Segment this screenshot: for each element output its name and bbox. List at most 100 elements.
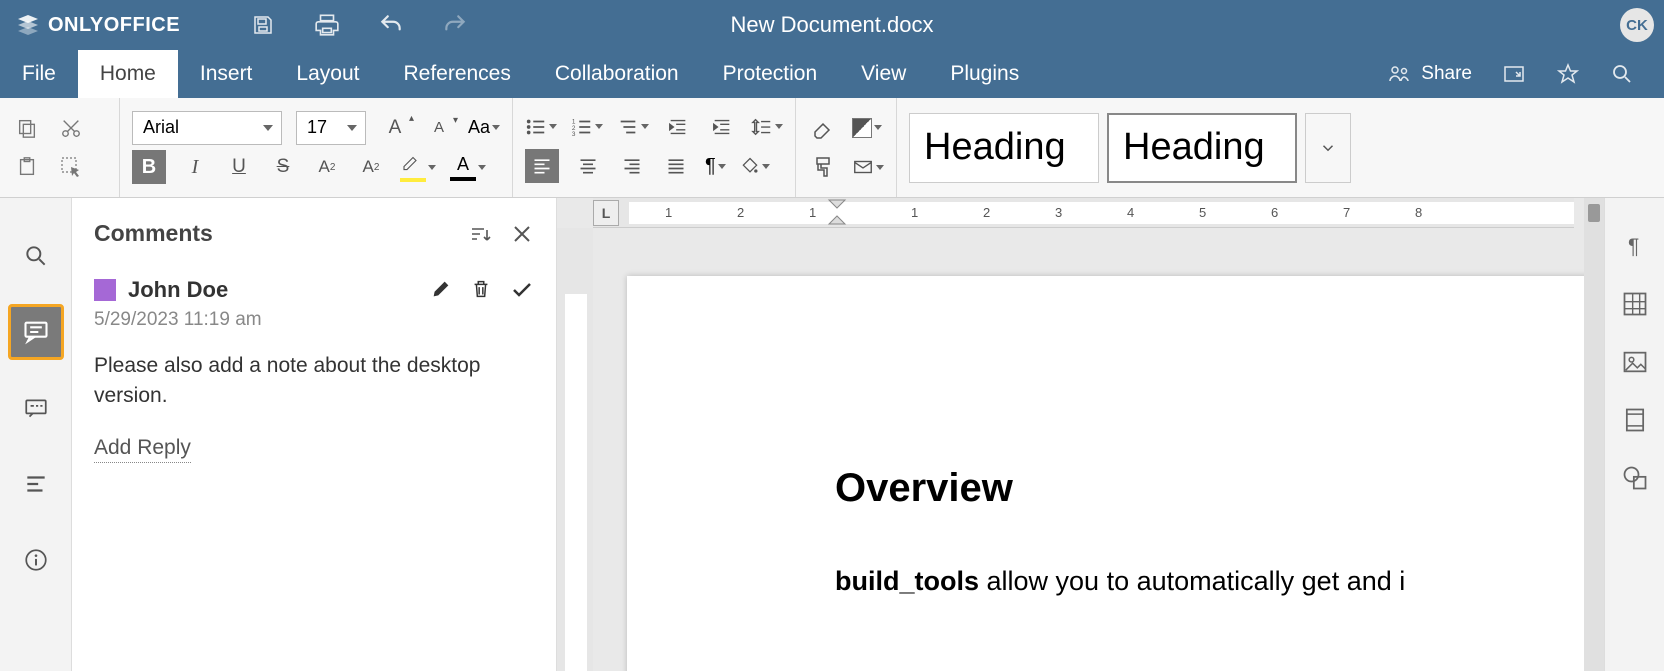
search-icon[interactable] <box>1610 62 1634 86</box>
decrease-indent-button[interactable] <box>663 112 693 142</box>
menu-protection[interactable]: Protection <box>701 50 840 98</box>
rail-comments-button[interactable] <box>8 304 64 360</box>
format-painter-button[interactable] <box>808 152 838 182</box>
undo-button[interactable] <box>378 12 404 38</box>
align-justify-button[interactable] <box>661 151 691 181</box>
cut-button[interactable] <box>56 113 86 143</box>
title-bar: ONLYOFFICE New Document.docx CK <box>0 0 1664 50</box>
select-button[interactable] <box>56 152 86 182</box>
ruler-corner[interactable]: L <box>593 200 619 226</box>
align-right-icon <box>622 156 642 176</box>
open-location-icon[interactable] <box>1502 62 1526 86</box>
rail-chat-button[interactable] <box>8 380 64 436</box>
save-button[interactable] <box>250 12 276 38</box>
app-logo: ONLYOFFICE <box>16 13 180 37</box>
right-sidebar: ¶ <box>1604 198 1664 671</box>
line-spacing-button[interactable] <box>751 116 783 138</box>
highlight-icon <box>400 153 420 171</box>
document-page[interactable]: Overview build_tools allow you to automa… <box>627 276 1594 671</box>
comments-close-button[interactable] <box>510 222 534 246</box>
chat-icon <box>23 395 49 421</box>
paragraph-settings-button[interactable]: ¶ <box>1621 232 1649 260</box>
table-settings-button[interactable] <box>1621 290 1649 318</box>
highlight-color-button[interactable] <box>400 153 436 182</box>
share-users-icon <box>1387 62 1411 86</box>
cut-icon <box>60 117 82 139</box>
menu-view[interactable]: View <box>839 50 928 98</box>
align-right-button[interactable] <box>617 151 647 181</box>
comments-sort-button[interactable] <box>468 222 492 246</box>
fill-color-button[interactable] <box>852 118 882 138</box>
multilevel-list-icon <box>617 116 639 138</box>
menu-plugins[interactable]: Plugins <box>928 50 1041 98</box>
favorite-star-icon[interactable] <box>1556 62 1580 86</box>
bold-button[interactable]: B <box>132 150 166 184</box>
comment-resolve-button[interactable] <box>510 278 534 302</box>
comments-title: Comments <box>94 220 213 247</box>
add-reply-button[interactable]: Add Reply <box>94 436 191 463</box>
rail-headings-button[interactable] <box>8 456 64 512</box>
ruler-indent-marker[interactable] <box>827 198 847 226</box>
menu-file[interactable]: File <box>0 50 78 98</box>
increase-indent-button[interactable] <box>707 112 737 142</box>
font-size-select[interactable]: 17 <box>296 111 366 145</box>
headings-icon <box>23 471 49 497</box>
vertical-scrollbar[interactable] <box>1584 198 1604 671</box>
comment-edit-button[interactable] <box>430 278 452 300</box>
numbering-button[interactable]: 123 <box>571 116 603 138</box>
style-heading1[interactable]: Heading <box>909 113 1099 183</box>
print-icon <box>314 12 340 38</box>
increase-font-button[interactable]: A▴ <box>380 113 410 143</box>
menu-home[interactable]: Home <box>78 50 178 98</box>
image-settings-button[interactable] <box>1621 348 1649 376</box>
paste-icon <box>16 156 38 178</box>
shading-button[interactable] <box>740 156 770 176</box>
svg-text:3: 3 <box>572 131 576 138</box>
paste-button[interactable] <box>12 152 42 182</box>
horizontal-ruler[interactable]: L 1 2 1 1 2 3 4 5 6 7 8 <box>593 198 1574 228</box>
align-center-button[interactable] <box>573 151 603 181</box>
doc-heading: Overview <box>835 466 1554 511</box>
shape-settings-button[interactable] <box>1621 464 1649 492</box>
clear-formatting-button[interactable] <box>808 113 838 143</box>
copy-icon <box>16 117 38 139</box>
rail-search-button[interactable] <box>8 228 64 284</box>
menu-collaboration[interactable]: Collaboration <box>533 50 701 98</box>
menu-references[interactable]: References <box>381 50 532 98</box>
left-sidebar <box>0 198 72 671</box>
print-button[interactable] <box>314 12 340 38</box>
align-left-button[interactable] <box>525 149 559 183</box>
decrease-font-button[interactable]: A▾ <box>424 113 454 143</box>
change-case-button[interactable]: Aa <box>468 117 500 138</box>
rail-info-button[interactable] <box>8 532 64 588</box>
increase-indent-icon <box>711 116 733 138</box>
format-painter-icon <box>811 155 835 179</box>
header-footer-button[interactable] <box>1621 406 1649 434</box>
bullets-button[interactable] <box>525 116 557 138</box>
style-heading2[interactable]: Heading <box>1107 113 1297 183</box>
paragraph-mark-button[interactable]: ¶ <box>705 155 726 178</box>
font-color-button[interactable]: A <box>450 154 486 181</box>
font-name-select[interactable]: Arial <box>132 111 282 145</box>
comment-timestamp: 5/29/2023 11:19 am <box>94 309 534 331</box>
mail-merge-button[interactable] <box>852 156 884 178</box>
subscript-button[interactable]: A2 <box>356 152 386 182</box>
styles-expand-button[interactable] <box>1305 113 1351 183</box>
align-center-icon <box>578 156 598 176</box>
copy-button[interactable] <box>12 113 42 143</box>
user-avatar[interactable]: CK <box>1620 8 1654 42</box>
redo-button[interactable] <box>442 12 468 38</box>
undo-icon <box>378 12 404 38</box>
share-button[interactable]: Share <box>1387 62 1472 86</box>
vertical-ruler[interactable] <box>557 228 593 671</box>
menu-insert[interactable]: Insert <box>178 50 275 98</box>
underline-button[interactable]: U <box>224 152 254 182</box>
italic-button[interactable]: I <box>180 152 210 182</box>
superscript-button[interactable]: A2 <box>312 152 342 182</box>
strikethrough-button[interactable]: S <box>268 152 298 182</box>
align-justify-icon <box>666 156 686 176</box>
envelope-icon <box>852 156 874 178</box>
multilevel-list-button[interactable] <box>617 116 649 138</box>
menu-layout[interactable]: Layout <box>274 50 381 98</box>
comment-delete-button[interactable] <box>470 278 492 300</box>
